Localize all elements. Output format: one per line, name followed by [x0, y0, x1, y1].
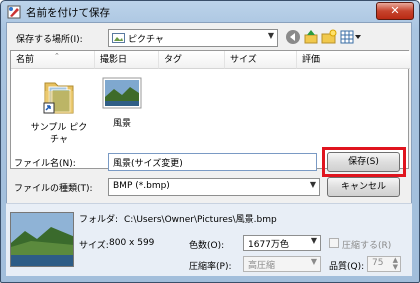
sort-ascending-icon: ⌃ [54, 52, 60, 60]
chevron-down-icon: ▼ [267, 31, 274, 40]
title-bar: 名前を付けて保存 ✕ [1, 1, 419, 23]
image-preview [10, 212, 74, 267]
window-title: 名前を付けて保存 [26, 7, 110, 19]
column-header-date-taken[interactable]: 撮影日 [95, 51, 159, 69]
compress-checkbox-label: 圧縮する(R) [342, 241, 392, 251]
view-menu-icon[interactable] [340, 29, 362, 45]
folder-icon [43, 82, 74, 114]
close-button[interactable]: ✕ [376, 2, 414, 20]
chevron-down-icon: ▼ [309, 180, 316, 189]
cancel-button[interactable]: キャンセル [327, 177, 400, 197]
save-location-value: ピクチャ [128, 35, 164, 45]
pictures-folder-icon [112, 33, 125, 43]
up-folder-icon[interactable] [303, 29, 319, 45]
image-label: 風景 [112, 119, 131, 129]
filename-value: 風景(サイズ変更) [113, 159, 183, 169]
filetype-value: BMP (*.bmp) [113, 181, 170, 191]
compress-checkbox[interactable] [329, 238, 339, 248]
new-folder-icon[interactable] [321, 29, 337, 45]
column-header-name[interactable]: 名前 [11, 51, 95, 69]
details-pane: フォルダ: C:\Users\Owner\Pictures\風景.bmp サイズ… [6, 203, 412, 276]
color-depth-label: 色数(O): [189, 241, 225, 251]
column-header-rating[interactable]: 評価 [297, 51, 410, 69]
folder-path-value: C:\Users\Owner\Pictures\風景.bmp [124, 215, 277, 225]
folder-label: サンプル ピクチャ [30, 123, 88, 145]
quality-spinner[interactable]: 75 ▲ ▼ [367, 256, 401, 272]
highlight-box [322, 147, 406, 177]
compression-ratio-dropdown[interactable]: 高圧縮 ▼ [243, 256, 321, 272]
save-location-dropdown[interactable]: ピクチャ ▼ [108, 29, 278, 47]
filetype-label: ファイルの種類(T): [14, 184, 93, 194]
filetype-dropdown[interactable]: BMP (*.bmp) ▼ [108, 178, 320, 196]
back-icon[interactable] [285, 29, 301, 45]
column-header-tags[interactable]: タグ [159, 51, 225, 69]
quality-value: 75 [372, 258, 384, 268]
image-icon [102, 77, 142, 109]
list-item-folder[interactable]: サンプル ピクチャ [29, 77, 89, 146]
column-header-size[interactable]: サイズ [225, 51, 297, 69]
filename-label: ファイル名(N): [14, 159, 76, 169]
color-depth-value: 1677万色 [248, 240, 289, 250]
compression-ratio-label: 圧縮率(P): [189, 262, 232, 272]
quality-label: 品質(Q): [329, 262, 365, 272]
chevron-down-icon: ▼ [310, 236, 317, 245]
paint-app-icon [7, 5, 21, 19]
save-location-label: 保存する場所(I): [16, 35, 83, 45]
compression-ratio-value: 高圧縮 [248, 261, 276, 271]
image-size-value: 800 x 599 [109, 238, 155, 248]
chevron-down-icon: ▼ [310, 257, 317, 266]
filename-input[interactable]: 風景(サイズ変更) [108, 153, 317, 171]
folder-path-label: フォルダ: [79, 215, 119, 225]
color-depth-dropdown[interactable]: 1677万色 ▼ [243, 235, 321, 251]
image-size-label: サイズ: [79, 241, 109, 251]
spinner-arrows-icon: ▲ ▼ [392, 256, 398, 271]
list-item-image[interactable]: 風景 [97, 77, 147, 129]
